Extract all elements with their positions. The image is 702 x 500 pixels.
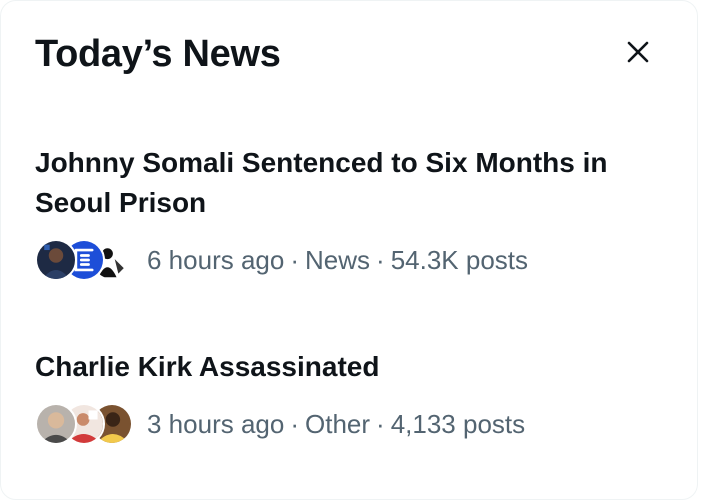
news-headline-line: Charlie Kirk Assassinated <box>35 351 380 382</box>
panel-header: Today’s News <box>35 29 657 79</box>
avatar-stack <box>35 401 135 447</box>
news-time: 3 hours ago <box>147 408 285 439</box>
close-icon <box>626 40 650 69</box>
news-category: News <box>305 244 371 275</box>
avatar <box>35 239 77 281</box>
close-button[interactable] <box>619 35 657 73</box>
news-headline-line: Johnny Somali Sentenced to Six Months in <box>35 147 608 178</box>
news-headline: Charlie Kirk Assassinated <box>35 347 657 387</box>
news-meta-text: 3 hours ago · Other · 4,133 posts <box>147 409 525 440</box>
news-meta: 3 hours ago · Other · 4,133 posts <box>35 401 657 447</box>
avatar-stack <box>35 237 135 283</box>
news-item[interactable]: Johnny Somali Sentenced to Six Months in… <box>35 143 657 283</box>
news-time: 6 hours ago <box>147 244 285 275</box>
meta-separator: · <box>290 244 299 275</box>
todays-news-panel: Today’s News Johnny Somali Sentenced to … <box>0 0 698 500</box>
news-headline-line: Seoul Prison <box>35 187 207 218</box>
news-post-count: 4,133 posts <box>390 408 526 439</box>
meta-separator: · <box>376 408 385 439</box>
news-headline: Johnny Somali Sentenced to Six Months in… <box>35 143 657 223</box>
meta-separator: · <box>376 244 385 275</box>
news-meta: 6 hours ago · News · 54.3K posts <box>35 237 657 283</box>
news-post-count: 54.3K posts <box>390 244 528 275</box>
news-meta-text: 6 hours ago · News · 54.3K posts <box>147 245 528 276</box>
panel-title: Today’s News <box>35 33 281 75</box>
meta-separator: · <box>290 408 299 439</box>
news-item[interactable]: Charlie Kirk Assassinated 3 hours ago · … <box>35 347 657 447</box>
news-category: Other <box>305 408 371 439</box>
avatar <box>35 403 77 445</box>
